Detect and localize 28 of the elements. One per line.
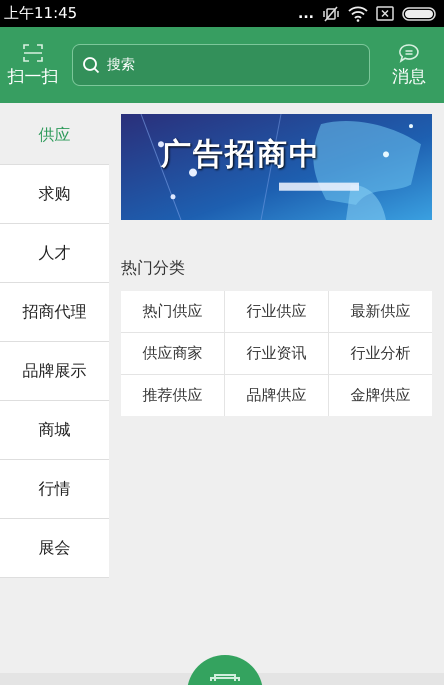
scan-icon	[22, 42, 44, 62]
sidebar-item[interactable]: 招商代理	[0, 283, 109, 342]
category-item[interactable]: 品牌供应	[225, 375, 328, 416]
banner-title: 广告招商中	[161, 136, 321, 174]
sim-icon	[376, 6, 394, 21]
sidebar-item[interactable]: 商城	[0, 401, 109, 460]
more-dots: ...	[298, 6, 314, 20]
vibrate-off-icon	[322, 6, 340, 22]
category-item[interactable]: 行业分析	[329, 333, 432, 374]
category-item[interactable]: 最新供应	[329, 291, 432, 332]
wifi-icon	[348, 6, 368, 22]
category-item[interactable]: 供应商家	[121, 333, 224, 374]
battery-icon	[402, 6, 436, 20]
sidebar-item[interactable]: 人才	[0, 224, 109, 283]
category-item[interactable]: 热门供应	[121, 291, 224, 332]
chat-icon	[398, 42, 420, 62]
category-item[interactable]: 推荐供应	[121, 375, 224, 416]
category-item[interactable]: 行业资讯	[225, 333, 328, 374]
category-item[interactable]: 行业供应	[225, 291, 328, 332]
sidebar-item[interactable]: 求购	[0, 165, 109, 224]
status-time: 上午11:45	[4, 4, 78, 23]
ad-banner[interactable]: 广告招商中	[121, 114, 432, 220]
sidebar-item[interactable]: 行情	[0, 460, 109, 519]
sidebar-item[interactable]: 展会	[0, 519, 109, 578]
section-title: 热门分类	[121, 258, 186, 279]
sidebar-item[interactable]: 品牌展示	[0, 342, 109, 401]
category-item[interactable]: 金牌供应	[329, 375, 432, 416]
search-field[interactable]: 搜索	[72, 44, 370, 86]
